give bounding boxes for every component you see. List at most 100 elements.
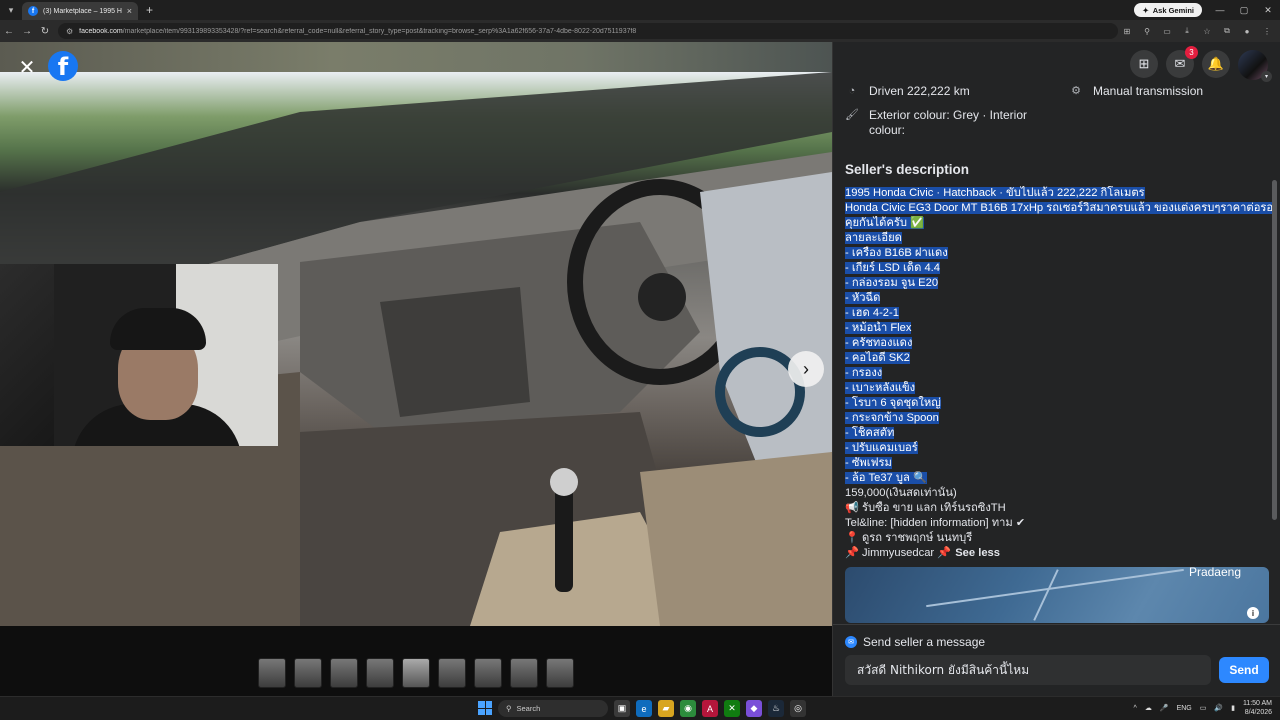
url-path: /marketplace/item/993139893353428/?ref=s…	[122, 27, 637, 35]
listing-details-panel: ⊞ ✉ 3 🔔 ▾ ◔ Driven 222,222 km ⚙ Manual tr…	[832, 42, 1280, 696]
description-line: - ปรับแคมเบอร์	[845, 442, 918, 454]
clock[interactable]: 11:50 AM 8/4/2026	[1243, 699, 1272, 717]
description-line: - คอไอดี SK2	[845, 352, 910, 364]
map-place-label: Pradaeng	[1188, 567, 1241, 579]
thumbnail[interactable]	[474, 658, 502, 688]
clock-date: 8/4/2026	[1244, 709, 1272, 716]
description-line: 📍 ดูรถ ราชพฤกษ์ นนทบุรี	[845, 532, 973, 544]
language-indicator[interactable]: ENG	[1177, 705, 1192, 712]
description-line: - เบาะหลังแข็ง	[845, 382, 916, 394]
screen: ▾ f (3) Marketplace – 1995 Honda C × + ✦…	[0, 0, 1280, 720]
battery-icon[interactable]: ▮	[1231, 704, 1235, 712]
webcam-person-cap	[110, 308, 206, 350]
thumbnail[interactable]	[510, 658, 538, 688]
description-line: ลายละเอียด	[845, 232, 902, 244]
xbox-icon[interactable]: ✕	[724, 700, 740, 717]
ask-gemini-label: Ask Gemini	[1152, 5, 1194, 15]
facebook-logo-icon[interactable]: f	[48, 51, 78, 81]
account-avatar[interactable]: ▾	[1238, 50, 1272, 82]
description-line: Tel&line: [hidden information] ทาม ✔	[845, 517, 1026, 529]
maximize-icon[interactable]: ▢	[1232, 0, 1256, 20]
taskbar-apps: ▣ e ▰ ◉ A ✕ ◆ ♨ ◎	[614, 700, 806, 717]
ask-gemini-button[interactable]: ✦ Ask Gemini	[1134, 3, 1202, 17]
menu-grid-icon[interactable]: ⊞	[1130, 50, 1158, 78]
description-line: - ล้อ Te37 บูล 🔍	[845, 472, 927, 484]
spec-transmission-text: Manual transmission	[1093, 84, 1204, 98]
description-line: คุยกันได้ครับ ✅	[845, 217, 924, 229]
bookmark-star-icon[interactable]: ☆	[1200, 23, 1214, 39]
volume-icon[interactable]: 🔊	[1214, 704, 1223, 712]
close-tab-icon[interactable]: ×	[127, 6, 132, 16]
thumbnail[interactable]	[438, 658, 466, 688]
description-line: 📌 Jimmyusedcar 📌	[845, 547, 952, 559]
forward-icon[interactable]: →	[18, 26, 36, 37]
minimize-icon[interactable]: —	[1208, 0, 1232, 20]
obs-icon[interactable]: ◎	[790, 700, 806, 717]
description-line: - กระจกข้าง Spoon	[845, 412, 939, 424]
tab-list-icon[interactable]: ▾	[0, 0, 22, 20]
thumbnail[interactable]	[258, 658, 286, 688]
cloud-icon[interactable]: ☁	[1145, 704, 1152, 712]
zoom-icon[interactable]: ⚲	[1140, 23, 1154, 39]
chrome-browser-icon[interactable]: ◉	[680, 700, 696, 717]
back-icon[interactable]: ←	[0, 26, 18, 37]
clock-time: 11:50 AM	[1242, 700, 1272, 707]
steam-icon[interactable]: ♨	[768, 700, 784, 717]
translate-icon[interactable]: ⊞	[1120, 23, 1134, 39]
site-info-icon[interactable]: ⚙	[66, 27, 73, 36]
window-controls: — ▢ ✕	[1208, 0, 1280, 20]
notifications-bell-icon[interactable]: 🔔	[1202, 50, 1230, 78]
new-tab-icon[interactable]: +	[146, 3, 153, 17]
download-icon[interactable]: ⤓	[1180, 23, 1194, 39]
reload-icon[interactable]: ↻	[36, 26, 54, 37]
spec-mileage: ◔ Driven 222,222 km	[845, 84, 970, 99]
browser-tab-marketplace[interactable]: f (3) Marketplace – 1995 Honda C ×	[22, 2, 138, 20]
edge-browser-icon[interactable]: e	[636, 700, 652, 717]
mic-icon[interactable]: 🎤	[1160, 704, 1169, 712]
transmission-icon: ⚙	[1071, 85, 1081, 97]
map-info-icon[interactable]: i	[1247, 607, 1259, 619]
see-less-link[interactable]: See less	[955, 547, 1000, 559]
url-domain: facebook.com	[79, 27, 123, 35]
spec-colour: 🖌 Exterior colour: Grey · Interior colou…	[845, 108, 1035, 138]
active-app-icon[interactable]: ◆	[746, 700, 762, 717]
extensions-icon[interactable]: ⧉	[1220, 23, 1234, 39]
messenger-small-icon: ✉	[845, 636, 857, 648]
next-photo-button[interactable]: ›	[788, 351, 824, 387]
thumbnail[interactable]	[294, 658, 322, 688]
file-explorer-icon[interactable]: ▰	[658, 700, 674, 717]
description-line: - หัวฉีด	[845, 292, 881, 304]
location-map[interactable]: Pradaeng i	[845, 567, 1269, 623]
adobe-app-icon[interactable]: A	[702, 700, 718, 717]
description-line: - ซัพเฟรม	[845, 457, 892, 469]
close-window-icon[interactable]: ✕	[1256, 0, 1280, 20]
message-input[interactable]	[845, 655, 1211, 685]
profile-icon[interactable]: ●	[1240, 23, 1254, 39]
description-line: - กรองง	[845, 367, 883, 379]
cast-icon[interactable]: ▭	[1160, 23, 1174, 39]
gauge-icon: ◔	[848, 85, 856, 97]
panel-scrollbar[interactable]	[1272, 180, 1277, 520]
close-viewer-icon[interactable]: ✕	[14, 54, 40, 80]
tray-chevron-icon[interactable]: ^	[1134, 705, 1137, 712]
description-line: 📢 รับซื้อ ขาย แลก เทิร์นรถซิ่งTH	[845, 502, 1006, 514]
windows-start-icon[interactable]	[478, 701, 492, 715]
messenger-icon[interactable]: ✉ 3	[1166, 46, 1198, 78]
network-icon[interactable]: ▭	[1200, 704, 1207, 712]
search-icon: ⚲	[506, 704, 512, 713]
task-view-icon[interactable]: ▣	[614, 700, 630, 717]
menu-icon[interactable]: ⋮	[1260, 23, 1274, 39]
thumbnail[interactable]	[366, 658, 394, 688]
gemini-spark-icon: ✦	[1142, 5, 1149, 15]
thumbnail[interactable]	[330, 658, 358, 688]
message-header-text: Send seller a message	[863, 635, 986, 649]
spec-mileage-text: Driven 222,222 km	[869, 84, 970, 98]
thumbnail[interactable]	[546, 658, 574, 688]
notification-badge: 3	[1185, 46, 1198, 59]
browser-toolbar: ← → ↻ ⚙ facebook.com/marketplace/item/99…	[0, 20, 1280, 42]
address-bar[interactable]: ⚙ facebook.com/marketplace/item/99313989…	[58, 23, 1118, 39]
taskbar-search[interactable]: ⚲ Search	[498, 700, 608, 717]
description-line: - ครัชทองแดง	[845, 337, 913, 349]
send-button[interactable]: Send	[1219, 657, 1269, 683]
thumbnail-active[interactable]	[402, 658, 430, 688]
